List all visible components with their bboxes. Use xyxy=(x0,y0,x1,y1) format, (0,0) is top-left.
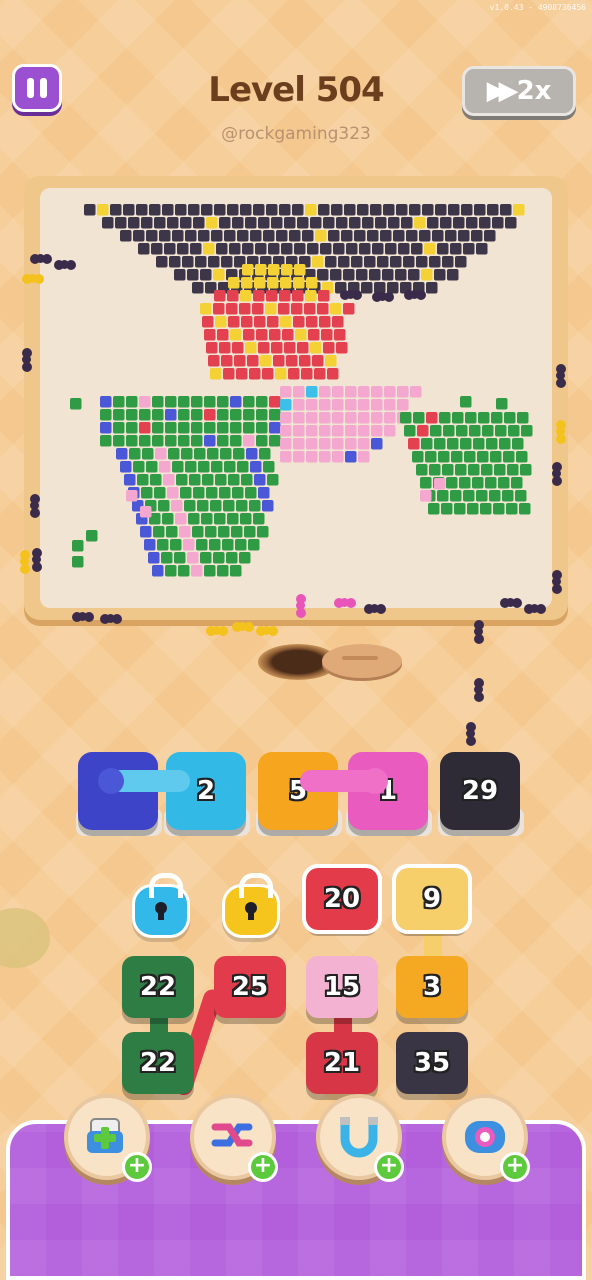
ant-icon xyxy=(556,420,568,444)
ant-icon xyxy=(54,260,76,272)
magnet-icon xyxy=(340,1117,378,1158)
username-watermark: @rockgaming323 xyxy=(221,124,371,144)
donut-booster-button[interactable]: + xyxy=(442,1094,530,1182)
version-label: v1.0.43 - 4908736456 xyxy=(489,3,586,12)
ant-icon xyxy=(404,290,426,302)
queue-slot-dark[interactable]: 29 xyxy=(440,752,520,830)
ant-icon xyxy=(334,598,356,610)
locked-slot[interactable] xyxy=(132,873,190,938)
add-slot-icon xyxy=(87,1118,123,1153)
ant-icon xyxy=(30,254,52,266)
tile-count: 35 xyxy=(413,1048,451,1078)
stack-tile[interactable]: 25 xyxy=(214,956,286,1018)
ant-icon xyxy=(20,550,32,574)
tile-count: 22 xyxy=(139,972,177,1002)
tile-count: 3 xyxy=(422,972,442,1002)
tile-count: 15 xyxy=(323,972,361,1002)
puzzle-board xyxy=(40,188,552,608)
tile-count: 20 xyxy=(323,884,361,914)
ant-icon xyxy=(340,290,362,302)
slot-count: 2 xyxy=(196,776,216,806)
slot-link-knob xyxy=(98,768,124,794)
stack-tile[interactable]: 21 xyxy=(306,1032,378,1094)
ant-icon xyxy=(30,494,42,518)
stack-tile[interactable]: 22 xyxy=(122,956,194,1018)
ant-icon xyxy=(232,622,254,634)
ant-icon xyxy=(372,292,394,304)
ant-icon xyxy=(296,594,308,618)
tile-count: 25 xyxy=(231,972,269,1002)
ant-icon xyxy=(466,722,478,746)
stack-tile[interactable]: 22 xyxy=(122,1032,194,1094)
ant-icon xyxy=(32,548,44,572)
stack-tile[interactable]: 3 xyxy=(396,956,468,1018)
stack-tile[interactable]: 9 xyxy=(392,864,472,934)
lock-icon xyxy=(155,902,167,920)
add-booster-button[interactable]: + xyxy=(500,1152,530,1182)
add-slot-booster-button[interactable]: + xyxy=(64,1094,152,1182)
slot-count: 29 xyxy=(461,776,499,806)
ant-icon xyxy=(552,570,564,594)
add-booster-button[interactable]: + xyxy=(374,1152,404,1182)
leaf-decoration xyxy=(0,908,50,968)
stack-tile[interactable]: 15 xyxy=(306,956,378,1018)
stack-tile[interactable]: 20 xyxy=(302,864,382,934)
stack-tile[interactable]: 35 xyxy=(396,1032,468,1094)
ant-icon xyxy=(500,598,522,610)
ant-icon xyxy=(256,626,278,638)
shuffle-booster-button[interactable]: + xyxy=(190,1094,278,1182)
add-booster-button[interactable]: + xyxy=(248,1152,278,1182)
ant-icon xyxy=(72,612,94,624)
fast-forward-icon: ▶▶ xyxy=(486,76,519,106)
ant-icon xyxy=(552,462,564,486)
ant-icon xyxy=(474,678,486,702)
speed-button[interactable]: ▶▶ 2x xyxy=(462,66,576,116)
locked-slot[interactable] xyxy=(222,873,280,938)
ant-icon xyxy=(22,348,34,372)
tile-count: 9 xyxy=(422,884,442,914)
ant-icon xyxy=(556,364,568,388)
add-booster-button[interactable]: + xyxy=(122,1152,152,1182)
ant-icon xyxy=(100,614,122,626)
shuffle-icon xyxy=(211,1123,253,1147)
ant-icon xyxy=(474,620,486,644)
tile-count: 22 xyxy=(139,1048,177,1078)
slot-link-knob xyxy=(362,768,388,794)
speed-label: 2x xyxy=(516,76,552,106)
ant-icon xyxy=(206,626,228,638)
ant-icon xyxy=(524,604,546,616)
ant-icon xyxy=(22,274,44,286)
donut-icon xyxy=(465,1121,505,1153)
hole-cover xyxy=(322,644,402,678)
magnet-booster-button[interactable]: + xyxy=(316,1094,404,1182)
lock-icon xyxy=(245,902,257,920)
tile-count: 21 xyxy=(323,1048,361,1078)
ant-icon xyxy=(364,604,386,616)
